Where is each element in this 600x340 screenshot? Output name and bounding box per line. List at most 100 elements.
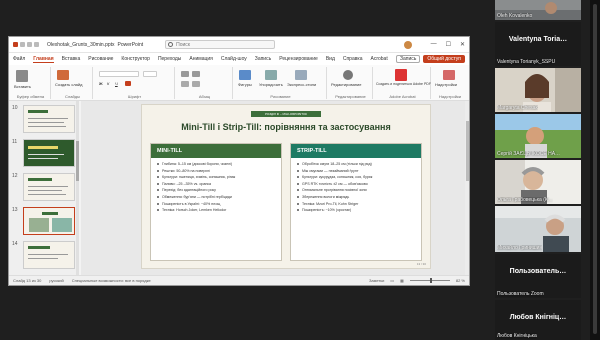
search-placeholder: Поиск — [176, 42, 190, 48]
list-item: GPS RTK точність ±2 см — обов'язково — [297, 182, 421, 186]
italic-icon[interactable]: К — [107, 81, 109, 86]
group-label: Шрифт — [127, 94, 142, 99]
slide-title: Mini-Till і Strip-Till: порівняння та за… — [181, 122, 391, 132]
file-name: Olexhotak_Grunts_30min.pptx — [47, 41, 115, 48]
zoom-slider[interactable] — [409, 278, 450, 283]
view-sorter-icon[interactable]: ▦ — [400, 278, 404, 283]
group-drawing: Фигуры Упорядочить Экспресс-стили Рисова… — [235, 67, 327, 99]
font-size-select[interactable] — [143, 71, 157, 77]
undo-icon[interactable] — [27, 42, 32, 47]
align-center-icon[interactable] — [192, 81, 200, 87]
list-item: Техніка: Horsch Joker, Lemken Heliodor — [157, 208, 281, 212]
thumb-number: 14 — [12, 241, 18, 247]
bullets-icon[interactable] — [181, 71, 189, 77]
participant-tile[interactable]: Пользователь… Пользователь Zoom — [495, 254, 581, 298]
create-pdf-label: Создать и поделиться Adobe PDF — [376, 82, 431, 86]
tab-slideshow[interactable]: Слайд-шоу — [221, 56, 247, 62]
mini-till-header: MINI-TILL — [151, 144, 281, 158]
group-label: Adobe Acrobat — [389, 94, 416, 99]
participant-tile[interactable]: Oleh Kovalenko — [495, 0, 581, 20]
font-color-icon[interactable] — [125, 81, 131, 86]
tab-help[interactable]: Справка — [343, 56, 363, 62]
app-name: PowerPoint — [117, 41, 144, 48]
participant-tile[interactable]: Михайло Гринишин — [495, 206, 581, 252]
list-item: Поширеність в Україні: ~40% площ — [157, 202, 281, 206]
paste-icon[interactable] — [16, 70, 28, 82]
slide-scrollbar[interactable] — [465, 101, 469, 277]
group-label: Рисование — [270, 94, 291, 99]
thumb-number: 13 — [12, 207, 18, 213]
tab-transitions[interactable]: Переходы — [158, 56, 181, 62]
numbering-icon[interactable] — [192, 71, 200, 77]
thumb-number: 10 — [12, 105, 18, 111]
status-bar: Слайд 13 из 30 русский Специальные возмо… — [9, 275, 469, 285]
slide-thumbnail[interactable] — [23, 241, 75, 269]
tab-acrobat[interactable]: Acrobat — [370, 56, 387, 62]
tab-review[interactable]: Рецензирование — [279, 56, 318, 62]
slide-thumbnail[interactable] — [23, 139, 75, 167]
group-label: Буфер обмена — [16, 94, 45, 99]
list-item: Збереження вологи міжрядь — [297, 195, 421, 199]
share-button[interactable]: Общий доступ — [423, 55, 465, 63]
arrange-icon[interactable] — [265, 70, 277, 80]
group-clipboard: Вставить Буфер обмена — [11, 67, 51, 99]
group-slides: Создать слайд Слайды — [53, 67, 93, 99]
participant-display-name: Пользователь… — [509, 268, 567, 275]
redo-icon[interactable] — [34, 42, 39, 47]
mini-till-list: Глибина: 5–15 см (дискові борони, чизелі… — [151, 158, 281, 212]
group-editing: Редактирование Редактирование — [329, 67, 373, 99]
maximize-icon[interactable]: ☐ — [446, 41, 451, 49]
addins-icon[interactable] — [443, 70, 455, 80]
slide-thumbnails-pane: 10 11 12 13 14 — [9, 101, 79, 277]
participant-name: Valentyna Torianyk_SSPU — [497, 59, 556, 65]
notes-button[interactable]: Заметки — [369, 278, 384, 283]
tab-design[interactable]: Конструктор — [121, 56, 150, 62]
language-indicator[interactable]: русский — [49, 278, 63, 283]
accessibility-status[interactable]: Специальные возможности: все в порядке — [72, 278, 151, 283]
align-left-icon[interactable] — [181, 81, 189, 87]
participant-name: Сергій ЗАЄЦЬ ІКОСЕ НА… — [497, 151, 561, 157]
save-icon[interactable] — [20, 42, 25, 47]
tab-record[interactable]: Запись — [255, 56, 271, 62]
participant-tile[interactable]: Сергій ЗАЄЦЬ ІКОСЕ НА… — [495, 114, 581, 158]
tab-home[interactable]: Главная — [33, 56, 54, 63]
record-button[interactable]: Запись — [396, 55, 421, 63]
slide-thumbnail[interactable] — [23, 173, 75, 201]
quick-styles-icon[interactable] — [295, 70, 307, 80]
tab-view[interactable]: Вид — [326, 56, 335, 62]
group-acrobat: Создать и поделиться Adobe PDF Adobe Acr… — [375, 67, 431, 99]
search-input[interactable]: Поиск — [165, 40, 276, 49]
list-item: Рештки: 50–80% на поверхні — [157, 169, 281, 173]
close-icon[interactable]: ✕ — [460, 41, 465, 49]
participant-tile[interactable]: Margaryta Chesak — [495, 68, 581, 112]
current-slide[interactable]: РОЗДІЛ III – МІНІ-ОБРОБІТОК Mini-Till і … — [141, 104, 431, 269]
bold-icon[interactable]: Ж — [99, 81, 103, 86]
autosave-icon[interactable] — [13, 42, 18, 47]
participant-display-name: Valentyna Toria… — [508, 36, 568, 43]
account-avatar[interactable] — [403, 40, 412, 49]
acrobat-pdf-icon[interactable] — [395, 69, 407, 81]
ribbon-tabs: Файл Главная Вставка Рисование Конструкт… — [9, 53, 469, 65]
tab-insert[interactable]: Вставка — [62, 56, 81, 62]
gallery-scrollbar[interactable] — [590, 0, 600, 340]
list-item: Культури: кукурудза, соняшник, соя, буря… — [297, 175, 421, 179]
participant-tile[interactable]: Любов Кнігніц… Любов Кнігніцька — [495, 300, 581, 340]
slide-thumbnail-selected[interactable] — [23, 207, 75, 235]
list-item: Паливо: –25 –35% vs. оранка — [157, 182, 281, 186]
zoom-level[interactable]: 82 % — [456, 278, 465, 283]
view-normal-icon[interactable]: ▭ — [390, 278, 394, 283]
tab-draw[interactable]: Рисование — [88, 56, 113, 62]
new-slide-icon[interactable] — [57, 70, 69, 80]
participant-tile[interactable]: Valentyna Toria… Valentyna Torianyk_SSPU — [495, 22, 581, 66]
font-name-select[interactable] — [99, 71, 139, 77]
tab-file[interactable]: Файл — [13, 56, 25, 62]
find-icon[interactable] — [343, 70, 353, 80]
underline-icon[interactable]: Ч — [115, 81, 118, 86]
thumbnail-scrollbar[interactable] — [76, 101, 79, 277]
participant-tile[interactable]: Ольга Грабовецька (К… — [495, 160, 581, 204]
shapes-icon[interactable] — [239, 70, 251, 80]
minimize-icon[interactable]: — — [431, 41, 437, 49]
tab-animations[interactable]: Анимация — [189, 56, 212, 62]
new-slide-label: Создать слайд — [55, 82, 83, 87]
slide-thumbnail[interactable] — [23, 105, 75, 133]
